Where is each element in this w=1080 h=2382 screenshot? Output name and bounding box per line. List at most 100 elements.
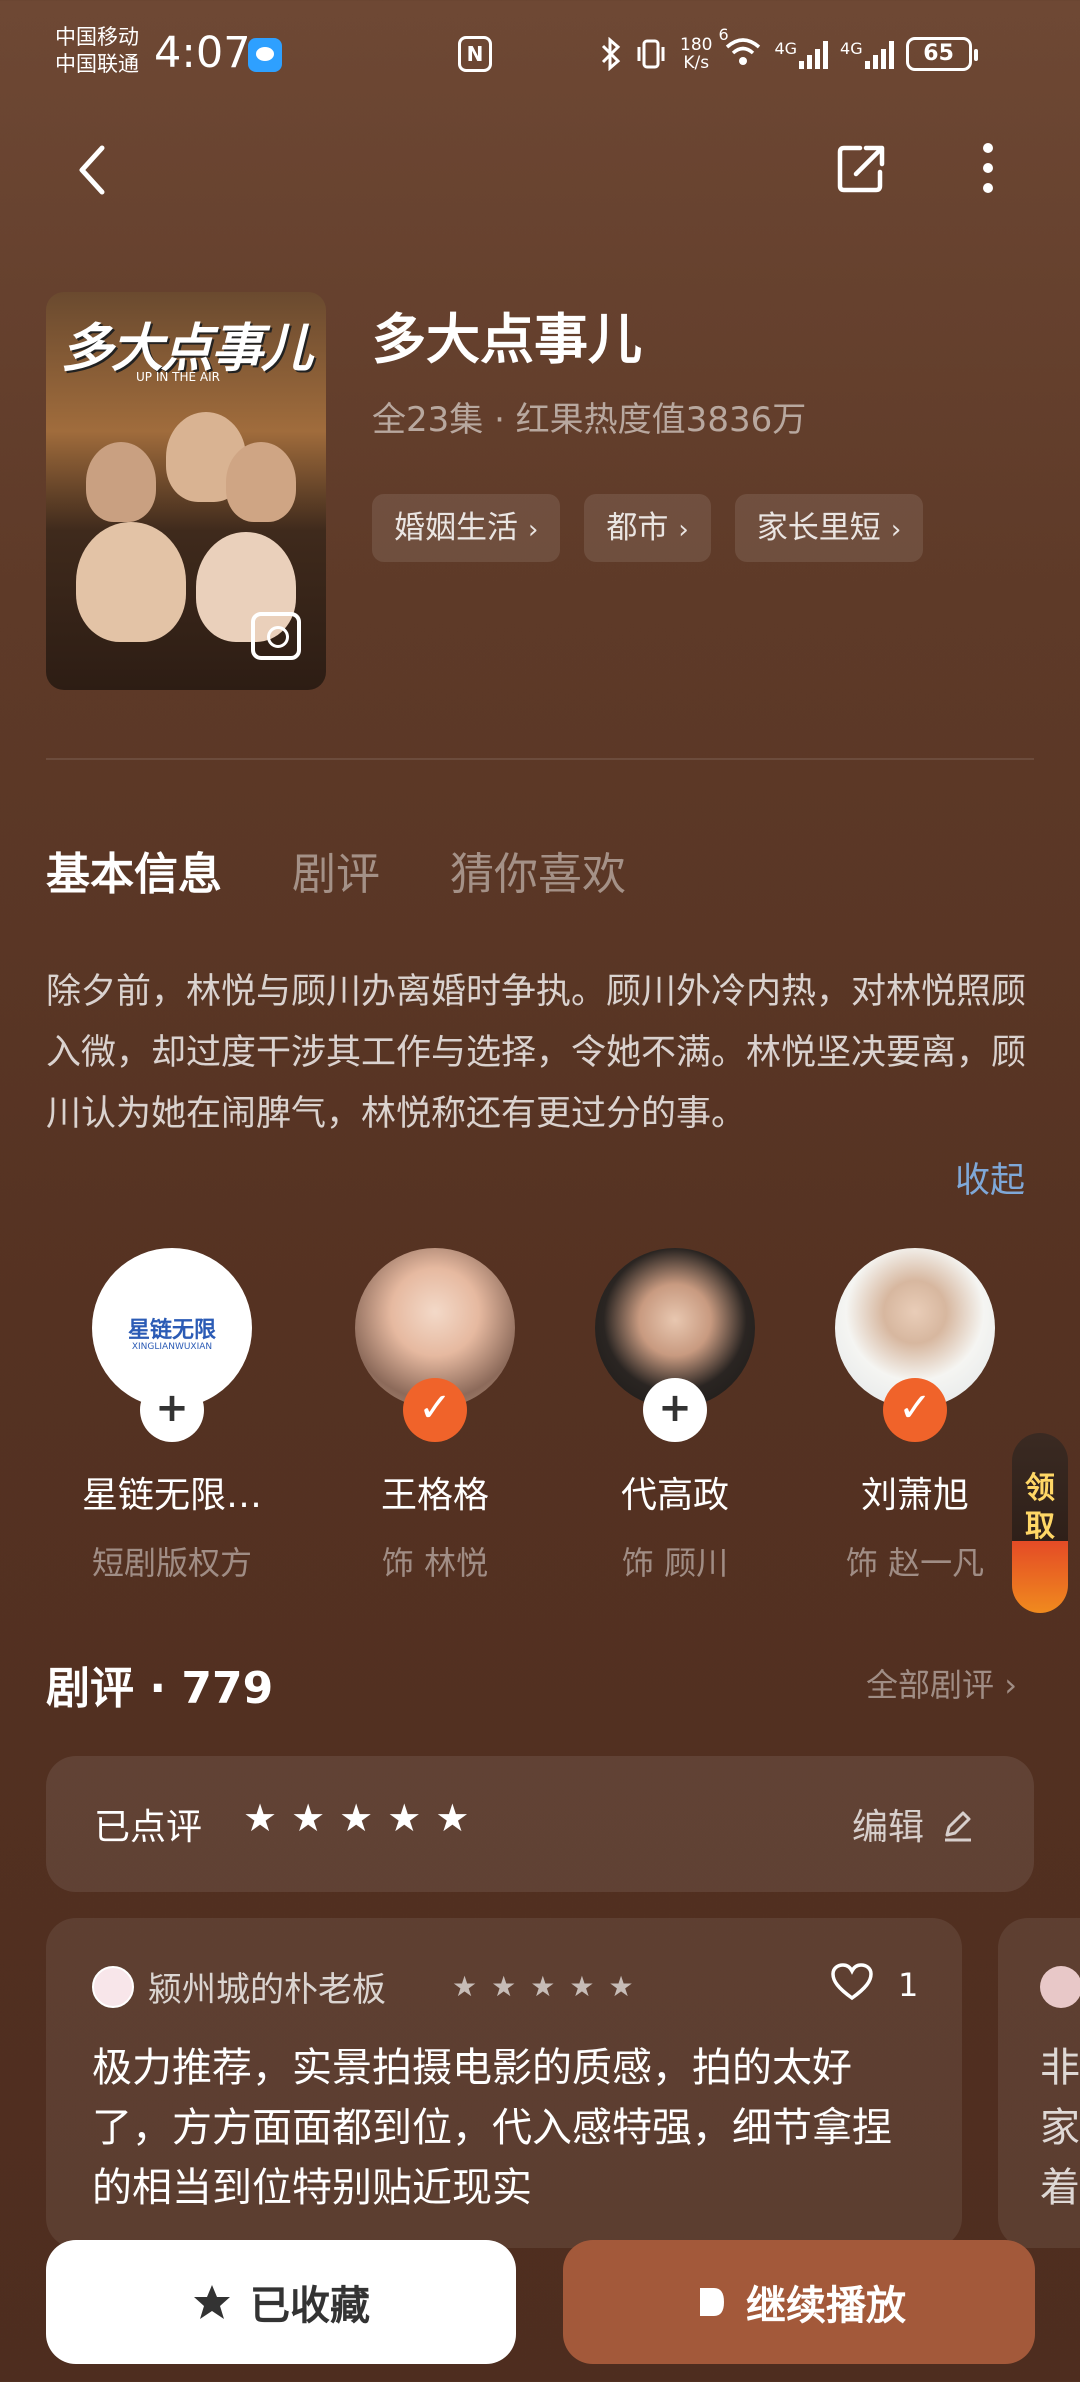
- star-icon: ★: [491, 1970, 517, 2003]
- status-time: 4:07: [154, 28, 251, 78]
- cast-name: 刘萧旭: [860, 1475, 969, 1516]
- cast-name: 代高政: [620, 1475, 729, 1516]
- claim-reward-label[interactable]: 领 取: [1012, 1470, 1068, 1546]
- genre-tag-label: 婚姻生活: [394, 510, 518, 546]
- signal-1-label: 4G: [774, 39, 798, 58]
- bluetooth-icon: [601, 37, 621, 71]
- wifi-label: 6: [718, 24, 729, 44]
- poster-figure: [76, 522, 186, 642]
- edit-review-button[interactable]: 编辑: [852, 1798, 975, 1850]
- signal-1: 4G: [774, 39, 829, 69]
- collapse-link[interactable]: 收起: [955, 1152, 1025, 1203]
- battery-icon: 65: [905, 37, 978, 71]
- star-icon[interactable]: ★: [387, 1796, 421, 1840]
- genre-tags: 婚姻生活 › 都市 › 家长里短 ›: [372, 494, 924, 562]
- signal-bars-icon: [864, 39, 894, 69]
- favorite-label: 已收藏: [250, 2283, 370, 2329]
- avatar: 星链无限 XINGLIANWUXIAN +: [92, 1248, 252, 1442]
- cast-role: 饰 林悦: [381, 1544, 489, 1582]
- share-icon[interactable]: [834, 140, 888, 196]
- synopsis-text: 除夕前，林悦与顾川办离婚时争执。顾川外冷内热，对林悦照顾入微，却过度干涉其工作与…: [46, 972, 1027, 1134]
- poster-subtitle: UP IN THE AIR: [136, 370, 220, 384]
- tab-reviews[interactable]: 剧评: [292, 838, 380, 902]
- publisher-logo-text: 星链无限: [127, 1318, 216, 1343]
- cast-role: 饰 赵一凡: [845, 1544, 985, 1582]
- star-icon[interactable]: ★: [243, 1796, 277, 1840]
- star-icon: ★: [608, 1970, 634, 2003]
- carrier-2: 中国联通: [55, 52, 139, 76]
- cast-item[interactable]: ✓ 王格格 饰 林悦: [325, 1248, 545, 1584]
- genre-tag-label: 家长里短: [756, 510, 881, 546]
- heart-icon[interactable]: [830, 1962, 874, 2002]
- gallery-icon[interactable]: [251, 612, 301, 660]
- reviewer-avatar: [92, 1966, 134, 2008]
- play-icon: [700, 2288, 724, 2316]
- signal-2-label: 4G: [840, 39, 863, 58]
- show-title: 多大点事儿: [372, 308, 642, 371]
- poster-figure: [86, 442, 156, 522]
- carrier-labels: 中国移动 中国联通: [55, 24, 139, 78]
- cast-item-publisher[interactable]: 星链无限 XINGLIANWUXIAN + 星链无限… 短剧版权方: [62, 1248, 282, 1584]
- my-rating-stars[interactable]: ★ ★ ★ ★ ★: [243, 1796, 469, 1840]
- cast-name: 王格格: [380, 1475, 489, 1516]
- cast-role: 饰 顾川: [621, 1544, 729, 1582]
- cast-item[interactable]: ✓ 刘萧旭 饰 赵一凡: [805, 1248, 1025, 1584]
- chevron-right-icon: ›: [678, 515, 689, 545]
- star-icon[interactable]: ★: [339, 1796, 373, 1840]
- chevron-right-icon: ›: [528, 515, 539, 545]
- signal-bars-icon: [799, 39, 829, 69]
- reviews-heading: 剧评 · 779: [46, 1663, 274, 1714]
- chevron-right-icon: ›: [1004, 1666, 1017, 1704]
- vibrate-icon: [637, 39, 665, 69]
- genre-tag[interactable]: 都市 ›: [584, 494, 711, 562]
- speed-unit: K/s: [683, 53, 710, 73]
- cast-item[interactable]: + 代高政 饰 顾川: [565, 1248, 785, 1584]
- signal-2: 4G: [840, 39, 894, 69]
- continue-play-label: 继续播放: [746, 2283, 906, 2329]
- chevron-right-icon: ›: [890, 515, 902, 545]
- follow-plus-icon[interactable]: +: [140, 1378, 204, 1442]
- carrier-1: 中国移动: [55, 25, 139, 49]
- wifi-group: 6: [718, 25, 762, 72]
- star-icon: ★: [530, 1970, 556, 2003]
- favorite-button[interactable]: 已收藏: [46, 2240, 516, 2364]
- avatar: ✓: [355, 1248, 515, 1442]
- show-meta: 全23集 · 红果热度值3836万: [372, 400, 807, 440]
- followed-check-icon[interactable]: ✓: [883, 1378, 947, 1442]
- publisher-logo-sub: XINGLIANWUXIAN: [131, 1342, 213, 1352]
- review-text: 极力推荐，实景拍摄电影的质感，拍的太好了，方方面面都到位，代入感特强，细节拿捏的…: [92, 2045, 892, 2211]
- genre-tag[interactable]: 婚姻生活 ›: [372, 494, 561, 562]
- claim-label-1: 领: [1025, 1471, 1055, 1506]
- star-icon[interactable]: ★: [291, 1796, 325, 1840]
- my-review-label: 已点评: [94, 1807, 203, 1848]
- genre-tag[interactable]: 家长里短 ›: [734, 494, 924, 562]
- divider: [46, 758, 1034, 760]
- star-icon[interactable]: ★: [435, 1796, 469, 1840]
- avatar: +: [595, 1248, 755, 1442]
- review-rating-stars: ★ ★ ★ ★ ★: [452, 1970, 634, 2003]
- genre-tag-label: 都市: [606, 510, 669, 546]
- message-app-icon: [248, 38, 282, 72]
- star-filled-icon: [194, 2285, 230, 2319]
- status-right-group: 180 K/s 6 4G 4G 65: [600, 25, 978, 74]
- back-arrow-icon[interactable]: [70, 140, 122, 200]
- reviewer-avatar: [1040, 1966, 1080, 2008]
- network-speed: 180 K/s: [680, 36, 712, 72]
- all-reviews-link[interactable]: 全部剧评 ›: [866, 1660, 1017, 1706]
- tab-recommend[interactable]: 猜你喜欢: [450, 838, 626, 902]
- claim-label-2: 取: [1025, 1509, 1055, 1544]
- all-reviews-label: 全部剧评: [866, 1666, 995, 1704]
- follow-plus-icon[interactable]: +: [643, 1378, 707, 1442]
- followed-check-icon[interactable]: ✓: [403, 1378, 467, 1442]
- tab-basic-info[interactable]: 基本信息: [46, 838, 222, 902]
- show-poster[interactable]: 多大点事儿 UP IN THE AIR: [46, 292, 326, 690]
- star-icon: ★: [569, 1970, 595, 2003]
- avatar: ✓: [835, 1248, 995, 1442]
- more-vertical-icon[interactable]: [964, 140, 1012, 196]
- continue-play-button[interactable]: 继续播放: [563, 2240, 1035, 2364]
- star-icon: ★: [452, 1970, 478, 2003]
- pencil-icon: [945, 1811, 972, 1842]
- review-text-partial: 非家着: [1040, 2045, 1080, 2211]
- edit-label: 编辑: [852, 1807, 925, 1848]
- wifi-icon: [726, 37, 761, 65]
